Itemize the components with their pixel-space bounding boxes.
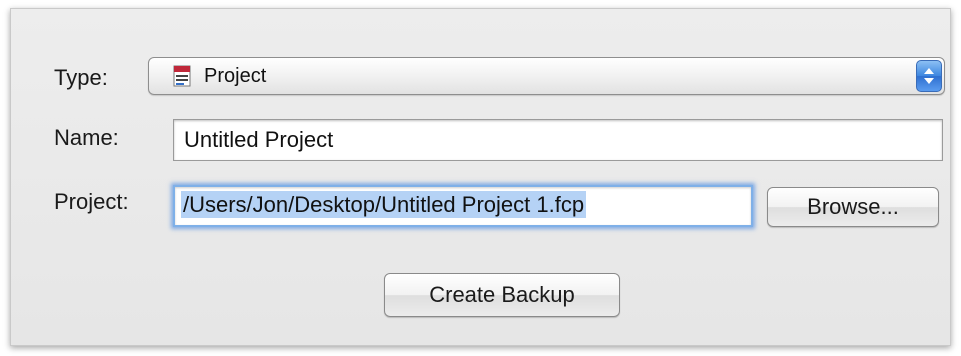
create-backup-button[interactable]: Create Backup <box>384 273 620 317</box>
name-label: Name: <box>54 125 119 150</box>
type-popup[interactable]: Project <box>148 57 945 95</box>
project-path-field[interactable]: /Users/Jon/Desktop/Untitled Project 1.fc… <box>173 185 753 227</box>
popup-stepper-icon[interactable] <box>916 60 942 92</box>
name-field[interactable]: Untitled Project <box>173 119 943 161</box>
type-label: Type: <box>54 65 108 90</box>
type-popup-value: Project <box>204 65 267 87</box>
project-document-icon <box>171 64 193 88</box>
project-path-text: /Users/Jon/Desktop/Untitled Project 1.fc… <box>181 191 587 218</box>
project-label: Project: <box>54 189 129 214</box>
browse-button[interactable]: Browse... <box>767 187 939 227</box>
backup-dialog: Type: Project Name: Untitled Project Pro… <box>10 8 951 346</box>
